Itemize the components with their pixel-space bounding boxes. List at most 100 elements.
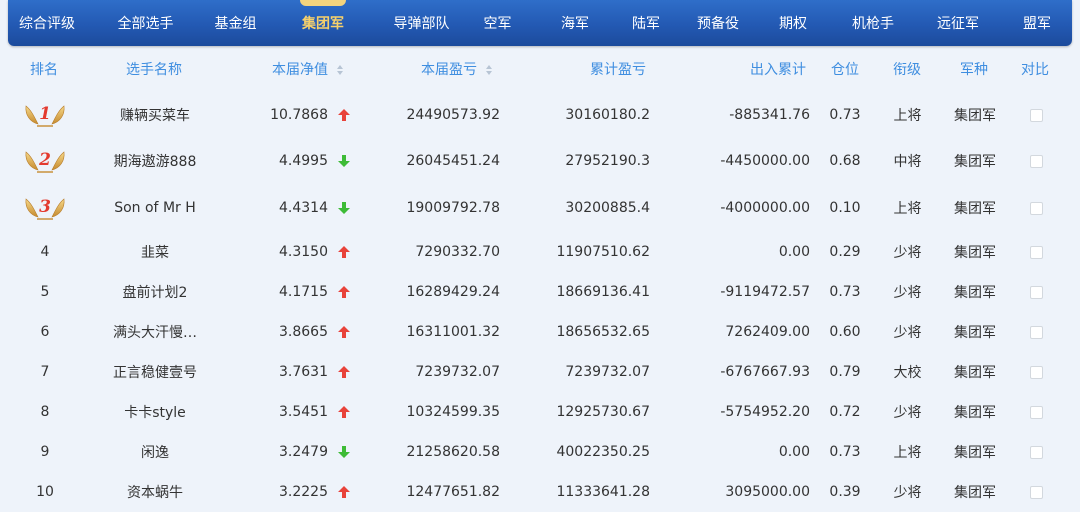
army-value: 集团军 — [954, 325, 996, 341]
compare-checkbox[interactable] — [1029, 108, 1043, 122]
position-value: 0.73 — [829, 444, 861, 460]
inout-value: 7262409.00 — [725, 324, 810, 340]
header-profit[interactable]: 本届盈亏 — [421, 54, 493, 86]
compare-cell — [1016, 352, 1056, 392]
army-value: 集团军 — [954, 245, 996, 261]
nav-value: 3.2225 — [279, 484, 328, 500]
position-value: 0.73 — [829, 107, 861, 123]
tab-9[interactable]: 期权 — [770, 0, 816, 46]
player-name: 闲逸 — [141, 445, 169, 461]
table-row: 1 赚辆买菜车 10.7868 24490573.92 30160180.2 -88534… — [0, 92, 1080, 138]
compare-checkbox[interactable] — [1029, 365, 1043, 379]
tab-0[interactable]: 综合评级 — [8, 0, 86, 46]
position-value: 0.73 — [829, 284, 861, 300]
tab-1[interactable]: 全部选手 — [103, 0, 188, 46]
player-name: 资本蜗牛 — [127, 485, 183, 501]
tab-2[interactable]: 基金组 — [202, 0, 269, 46]
army-value: 集团军 — [954, 154, 996, 170]
position-value: 0.72 — [829, 404, 861, 420]
header-inout[interactable]: 出入累计 — [750, 54, 806, 86]
category-nav: 综合评级 全部选手 基金组 集团军 导弹部队 空军 海军 陆军 预备役 期权 机枪手 远征军 盟军 — [8, 0, 1072, 46]
header-compare[interactable]: 对比 — [1021, 54, 1049, 86]
trend-indicator — [330, 312, 350, 352]
svg-text:3: 3 — [39, 197, 51, 217]
trend-indicator — [330, 472, 350, 512]
trend-indicator — [330, 432, 350, 472]
profit-value: 16289429.24 — [406, 284, 500, 300]
player-name: 韭菜 — [141, 245, 169, 261]
svg-text:2: 2 — [38, 150, 51, 170]
compare-cell — [1016, 232, 1056, 272]
tab-3[interactable]: 集团军 — [288, 0, 358, 46]
compare-checkbox[interactable] — [1029, 405, 1043, 419]
position-value: 0.68 — [829, 153, 861, 169]
arrow-up-icon — [338, 366, 350, 378]
cum-profit-value: 18656532.65 — [556, 324, 650, 340]
trend-indicator — [330, 138, 350, 184]
army-value: 集团军 — [954, 485, 996, 501]
table-row: 6 满头大汗慢… 3.8665 16311001.32 18656532.65 72624… — [0, 312, 1080, 352]
tab-12[interactable]: 盟军 — [1010, 0, 1064, 46]
trend-indicator — [330, 392, 350, 432]
arrow-up-icon — [338, 486, 350, 498]
cum-profit-value: 40022350.25 — [556, 444, 650, 460]
inout-value: 0.00 — [778, 244, 810, 260]
tab-6[interactable]: 海军 — [549, 0, 601, 46]
tab-10[interactable]: 机枪手 — [838, 0, 908, 46]
compare-cell — [1016, 272, 1056, 312]
trend-indicator — [330, 184, 350, 232]
cum-profit-value: 27952190.3 — [565, 153, 650, 169]
army-value: 集团军 — [954, 285, 996, 301]
tab-8[interactable]: 预备役 — [687, 0, 749, 46]
title-value: 少将 — [893, 325, 922, 341]
tab-11[interactable]: 远征军 — [922, 0, 994, 46]
compare-checkbox[interactable] — [1029, 325, 1043, 339]
player-name: 期海遨游888 — [113, 154, 197, 170]
nav-value: 4.4995 — [279, 153, 328, 169]
cum-profit-value: 7239732.07 — [565, 364, 650, 380]
tab-5[interactable]: 空军 — [471, 0, 524, 46]
profit-value: 26045451.24 — [406, 153, 500, 169]
sort-icon — [486, 65, 492, 75]
profit-value: 7290332.70 — [415, 244, 500, 260]
compare-cell — [1016, 392, 1056, 432]
tab-7[interactable]: 陆军 — [620, 0, 672, 46]
nav-value: 10.7868 — [270, 107, 328, 123]
header-profit-label: 本届盈亏 — [421, 62, 477, 78]
header-title[interactable]: 衔级 — [893, 54, 921, 86]
player-name: 盘前计划2 — [122, 285, 188, 301]
header-nav[interactable]: 本届净值 — [272, 54, 344, 86]
compare-checkbox[interactable] — [1029, 445, 1043, 459]
header-rank[interactable]: 排名 — [30, 54, 58, 86]
sort-icon — [337, 65, 343, 75]
army-value: 集团军 — [954, 445, 996, 461]
player-name: 赚辆买菜车 — [120, 108, 190, 124]
compare-checkbox[interactable] — [1029, 285, 1043, 299]
player-name: Son of Mr H — [114, 200, 196, 216]
header-army[interactable]: 军种 — [960, 54, 988, 86]
header-cum-profit[interactable]: 累计盈亏 — [590, 54, 646, 86]
table-row: 9 闲逸 3.2479 21258620.58 40022350.25 0.00 0.73 上… — [0, 432, 1080, 472]
inout-value: 0.00 — [778, 444, 810, 460]
title-value: 中将 — [893, 154, 922, 170]
compare-cell — [1016, 472, 1056, 512]
cum-profit-value: 11907510.62 — [556, 244, 650, 260]
compare-checkbox[interactable] — [1029, 245, 1043, 259]
compare-checkbox[interactable] — [1029, 201, 1043, 215]
header-name[interactable]: 选手名称 — [126, 54, 182, 86]
inout-value: -5754952.20 — [720, 404, 810, 420]
compare-checkbox[interactable] — [1029, 485, 1043, 499]
arrow-down-icon — [338, 155, 350, 167]
inout-value: -9119472.57 — [720, 284, 810, 300]
compare-checkbox[interactable] — [1029, 154, 1043, 168]
table-row: 3 Son of Mr H 4.4314 19009792.78 30200885.4 -… — [0, 184, 1080, 232]
tab-4[interactable]: 导弹部队 — [374, 0, 469, 46]
arrow-up-icon — [338, 246, 350, 258]
header-nav-label: 本届净值 — [272, 62, 328, 78]
profit-value: 16311001.32 — [406, 324, 500, 340]
arrow-up-icon — [338, 286, 350, 298]
header-position[interactable]: 仓位 — [831, 54, 859, 86]
inout-value: -6767667.93 — [720, 364, 810, 380]
arrow-up-icon — [338, 326, 350, 338]
trend-indicator — [330, 232, 350, 272]
